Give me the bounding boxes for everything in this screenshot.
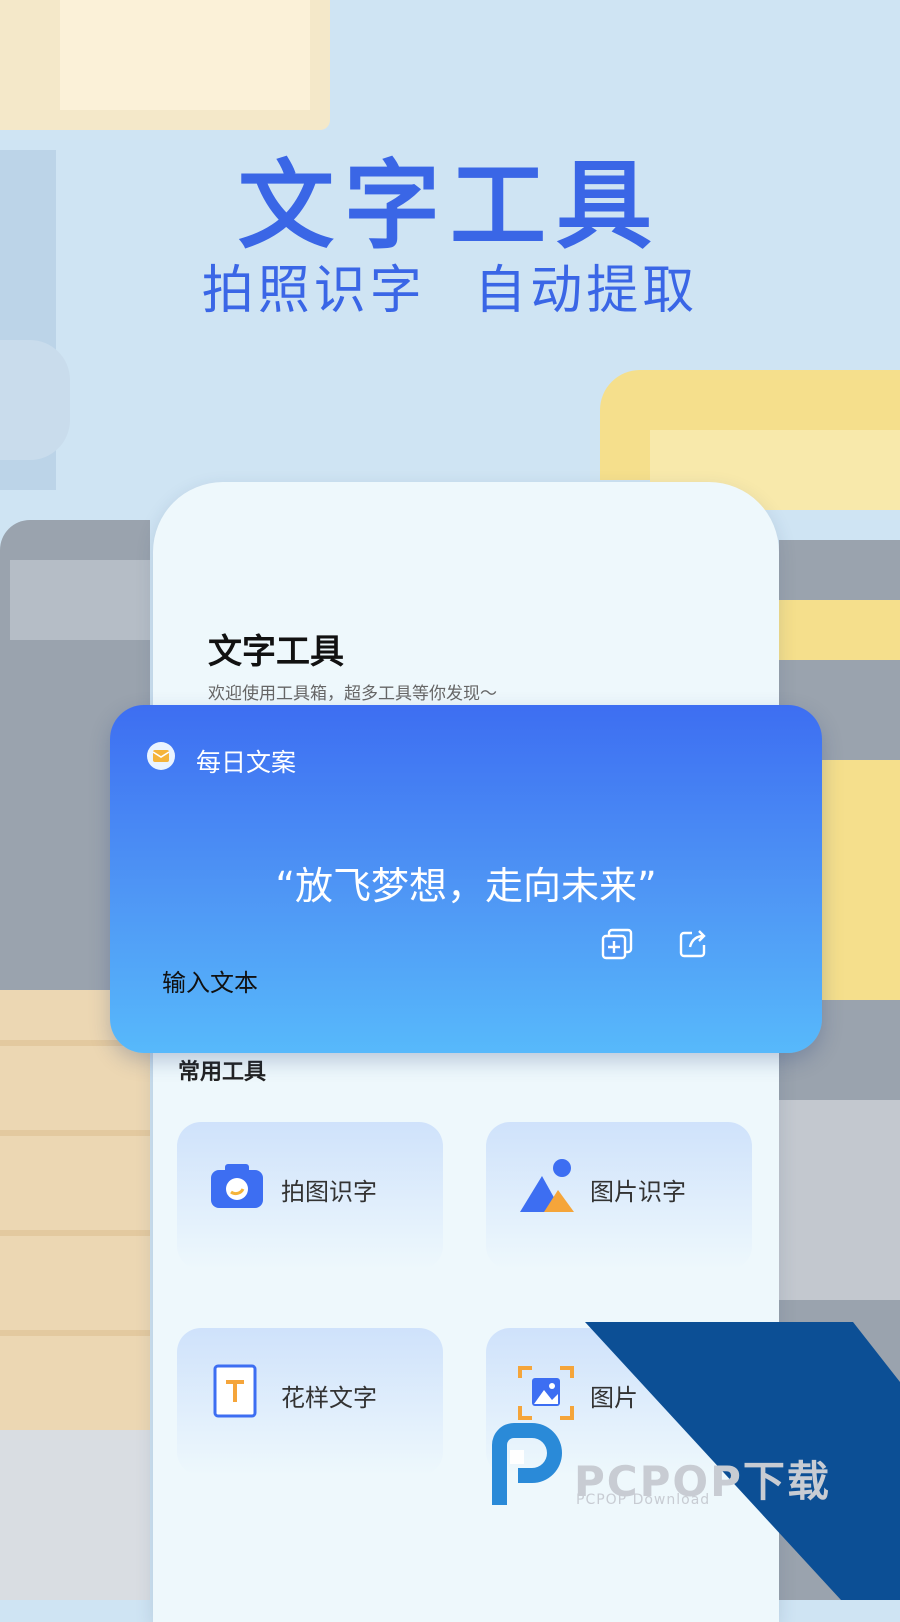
daily-quote-card[interactable]: 每日文案 “放飞梦想，走向未来” 输入文本	[110, 705, 822, 1053]
mail-badge-icon	[147, 742, 175, 770]
tool-label: 花样文字	[281, 1384, 377, 1412]
image-mountain-icon	[520, 1159, 574, 1212]
share-icon[interactable]	[676, 927, 710, 961]
watermark-tagline: PCPOP Download	[576, 1492, 711, 1508]
app-subtitle: 欢迎使用工具箱，超多工具等你发现～	[208, 684, 497, 704]
input-text-label[interactable]: 输入文本	[162, 963, 258, 998]
text-t-icon	[213, 1364, 257, 1418]
pcpop-logo-icon	[492, 1423, 562, 1505]
copy-add-icon[interactable]	[600, 927, 634, 961]
tool-label: 图片识字	[590, 1178, 686, 1206]
section-title-common-tools: 常用工具	[178, 1060, 267, 1085]
tool-card-fancy-text[interactable]: 花样文字	[177, 1328, 443, 1476]
daily-card-title: 每日文案	[196, 748, 297, 777]
daily-quote-text: “放飞梦想，走向未来”	[275, 864, 657, 908]
image-scan-icon	[518, 1366, 574, 1420]
hero-subtitle: 拍照识字 自动提取	[201, 261, 699, 321]
app-title: 文字工具	[208, 632, 344, 672]
hero-title: 文字工具	[238, 150, 662, 262]
tool-card-image-ocr[interactable]: 图片识字	[486, 1122, 752, 1270]
tool-card-photo-ocr[interactable]: 拍图识字	[177, 1122, 443, 1270]
tool-label: 拍图识字	[281, 1178, 377, 1206]
camera-icon	[211, 1164, 263, 1208]
